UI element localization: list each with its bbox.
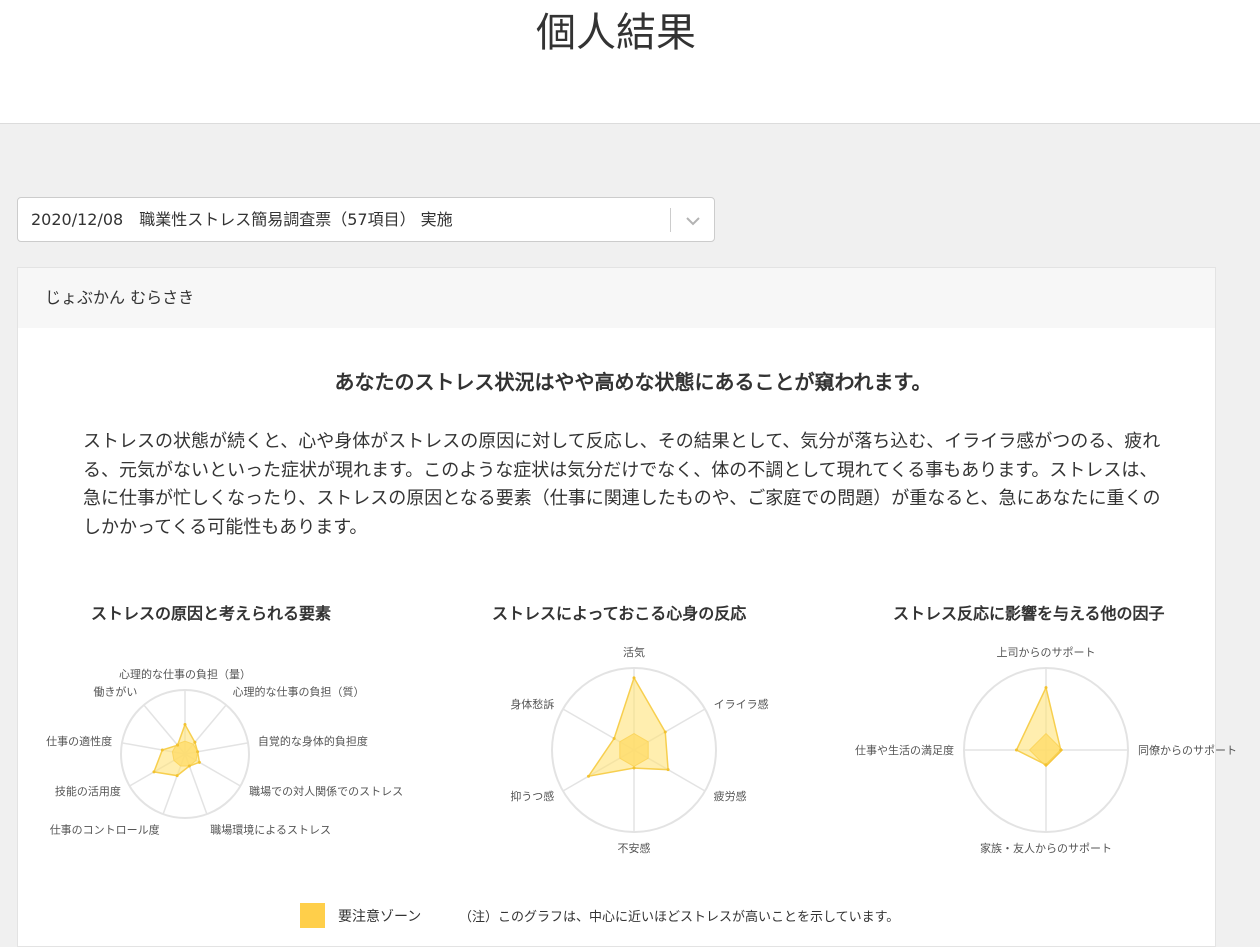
radar-point-2 bbox=[193, 740, 197, 744]
radar-axis-label-other-factors: 上司からのサポート bbox=[997, 646, 1096, 659]
legend-caution-swatch bbox=[300, 903, 325, 928]
result-headline: あなたのストレス状況はやや高めな状態にあることが窺われます。 bbox=[334, 370, 932, 394]
radar-point-7 bbox=[152, 770, 156, 774]
radar-axis-label-stress-causes: 仕事のコントロール度 bbox=[50, 823, 160, 837]
radar-point-5 bbox=[587, 774, 591, 778]
legend-note: （注）このグラフは、中心に近いほどストレスが高いことを示しています。 bbox=[459, 910, 900, 925]
chart-title-stress-reactions: ストレスによっておこる心身の反応 bbox=[492, 604, 747, 623]
radar-chart-other-factors: 上司からのサポート同僚からのサポート家族・友人からのサポート 仕事や生活の満足度 bbox=[855, 646, 1237, 855]
radar-axis-label-stress-causes: 働きがい bbox=[93, 684, 137, 698]
radar-point-1 bbox=[632, 676, 636, 680]
radar-point-4 bbox=[197, 760, 201, 764]
radar-axis-label-stress-reactions: 疲労感 bbox=[714, 789, 747, 803]
radar-chart-stress-causes: 心理的な仕事の負担（量） 心理的な仕事の負担（質） 自覚的な身体的負担度職場での対人… bbox=[46, 667, 403, 837]
chart-title-other-factors: ストレス反応に影響を与える他の因子 bbox=[893, 604, 1165, 623]
radar-point-6 bbox=[175, 774, 179, 778]
survey-select-value: 2020/12/08 職業性ストレス簡易調査票（57項目） 実施 bbox=[31, 210, 453, 229]
radar-point-3 bbox=[1044, 763, 1048, 767]
radar-axis-label-stress-causes: 心理的な仕事の負担（量） bbox=[119, 667, 251, 681]
radar-value-area bbox=[1015, 685, 1062, 766]
radar-axis-label-stress-causes: 職場環境によるストレス bbox=[210, 823, 331, 837]
radar-axis-label-stress-causes: 技能の活用度 bbox=[55, 784, 121, 798]
radar-axis-label-stress-reactions: 不安感 bbox=[618, 841, 651, 855]
user-name: じょぶかん むらさき bbox=[45, 288, 195, 307]
radar-axis-label-stress-causes: 職場での対人関係でのストレス bbox=[249, 784, 403, 798]
radar-axis-label-stress-reactions: イライラ感 bbox=[714, 698, 769, 711]
page-header: 個人結果 bbox=[0, 0, 1260, 124]
radar-point-8 bbox=[160, 748, 164, 752]
radar-point-3 bbox=[666, 768, 670, 772]
radar-point-9 bbox=[176, 743, 180, 747]
radar-axis-label-stress-causes: 自覚的な身体的負担度 bbox=[258, 734, 368, 748]
select-divider bbox=[670, 208, 671, 232]
radar-axis-label-stress-reactions: 活気 bbox=[623, 645, 645, 659]
page-title: 個人結果 bbox=[536, 10, 696, 56]
legend-caution-label: 要注意ゾーン bbox=[338, 909, 422, 925]
radar-point-1 bbox=[1044, 686, 1048, 690]
radar-axis-label-other-factors: 同僚からのサポート bbox=[1138, 744, 1237, 757]
radar-point-6 bbox=[612, 737, 616, 741]
radar-axis-label-stress-reactions: 抑うつ感 bbox=[510, 789, 554, 803]
radar-axis-label-stress-causes: 仕事の適性度 bbox=[46, 734, 112, 748]
radar-axis-label-stress-reactions: 身体愁訴 bbox=[510, 697, 554, 711]
chevron-down-icon[interactable] bbox=[682, 210, 704, 232]
survey-select[interactable]: 2020/12/08 職業性ストレス簡易調査票（57項目） 実施 bbox=[17, 197, 715, 242]
radar-point-5 bbox=[187, 764, 191, 768]
result-description: ストレスの状態が続くと、心や身体がストレスの原因に対して反応し、その結果として、… bbox=[83, 431, 1161, 538]
result-card: じょぶかん むらさき あなたのストレス状況はやや高めな状態にあることが窺われます… bbox=[17, 267, 1237, 947]
radar-point-4 bbox=[1014, 748, 1018, 752]
radar-value-area bbox=[586, 676, 669, 778]
chart-title-stress-causes: ストレスの原因と考えられる要素 bbox=[91, 604, 332, 623]
radar-point-2 bbox=[1059, 748, 1063, 752]
card-header: じょぶかん むらさき bbox=[18, 268, 1215, 328]
radar-point-4 bbox=[632, 766, 636, 770]
radar-axis-label-stress-causes: 心理的な仕事の負担（質） bbox=[233, 684, 365, 698]
radar-axis-label-other-factors: 家族・友人からのサポート bbox=[980, 841, 1112, 855]
radar-point-2 bbox=[663, 730, 667, 734]
radar-point-1 bbox=[183, 723, 187, 727]
radar-axis-label-other-factors: 仕事や生活の満足度 bbox=[855, 743, 954, 757]
radar-point-3 bbox=[196, 750, 200, 754]
radar-chart-stress-reactions: 活気イライラ感疲労感不安感 抑うつ感 身体愁訴 bbox=[510, 645, 769, 855]
